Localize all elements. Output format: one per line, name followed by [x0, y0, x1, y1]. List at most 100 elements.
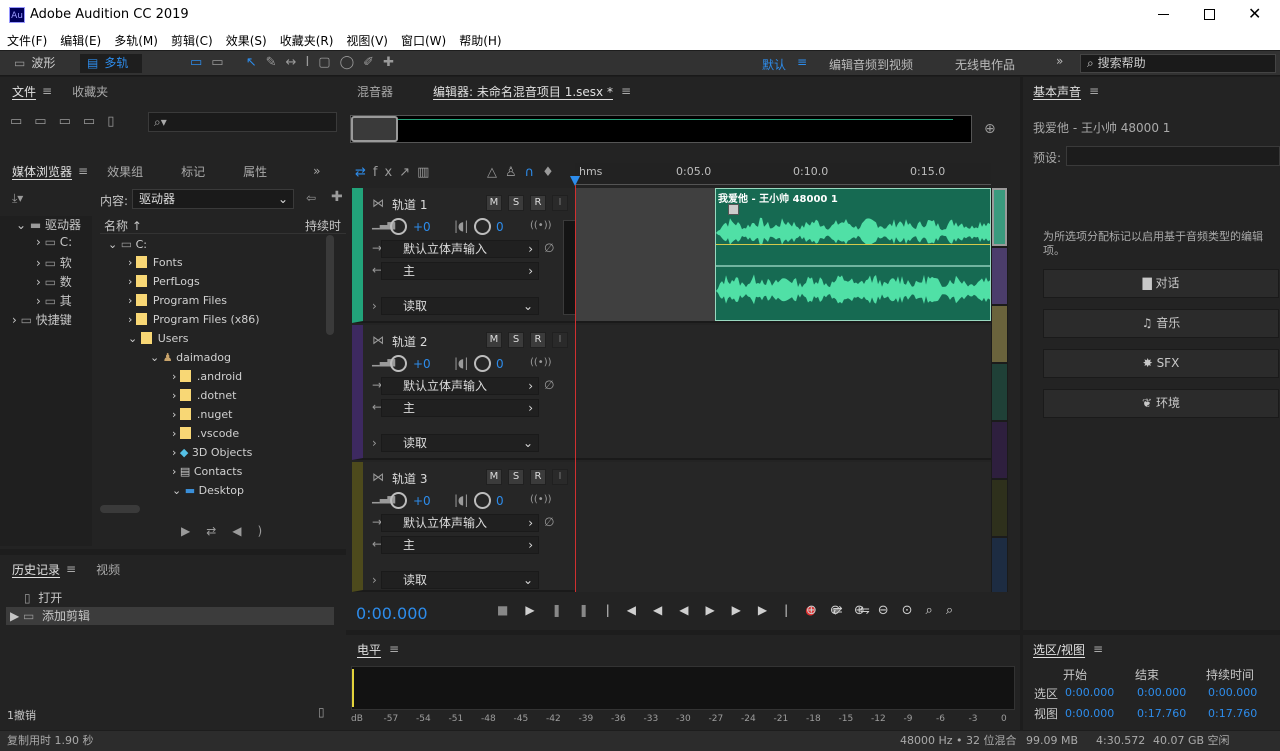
phase-icon[interactable]: ∅ — [544, 515, 554, 529]
waveform-toggle-icon[interactable]: ⋈ — [372, 196, 384, 210]
tab-favorites[interactable]: 收藏夹 — [72, 83, 108, 100]
panel-menu-icon[interactable]: ≡ — [389, 642, 399, 656]
pan-knob[interactable] — [474, 218, 491, 235]
open-folder-icon[interactable]: ▭ — [10, 114, 34, 129]
waveform-toggle-icon[interactable]: ⋈ — [372, 470, 384, 484]
list-item[interactable]: › Fonts — [128, 256, 183, 269]
tab-properties[interactable]: 属性 — [243, 163, 267, 180]
expand-icon[interactable]: › — [372, 573, 377, 587]
list-item[interactable]: › ▭ 数 — [36, 273, 72, 290]
tab-history[interactable]: 历史记录 — [12, 561, 60, 578]
ambience-button[interactable]: ❦ 环境 — [1043, 389, 1279, 418]
track-overview-scrollbar[interactable] — [991, 188, 1008, 592]
mono-stereo-icon[interactable]: ((•)) — [530, 494, 552, 505]
music-button[interactable]: ♫ 音乐 — [1043, 309, 1279, 338]
panel-menu-icon[interactable]: ≡ — [1089, 84, 1099, 98]
pan-knob[interactable] — [474, 492, 491, 509]
expand-icon[interactable]: › — [372, 436, 377, 450]
lane-2[interactable] — [575, 325, 991, 460]
track-name[interactable]: 轨道 3 — [392, 470, 427, 487]
overflow-icon[interactable]: » — [1056, 54, 1063, 68]
menu-effects[interactable]: 效果(S) — [226, 32, 267, 49]
play-icon[interactable]: ▶ — [525, 603, 551, 617]
selection-duration[interactable]: 0:00.000 — [1208, 686, 1257, 699]
automation-mode-select[interactable]: 读取 ⌄ — [381, 434, 539, 452]
insert-icon[interactable]: ▭ — [83, 114, 107, 129]
marquee-icon[interactable]: ▢ — [318, 55, 339, 70]
history-item-open[interactable]: ▯ 打开 — [24, 589, 334, 606]
zoom-selection-icon[interactable]: ⌕ — [926, 603, 946, 618]
input-monitor-button[interactable]: I — [552, 469, 568, 485]
list-item[interactable]: › Program Files (x86) — [128, 313, 260, 326]
volume-value[interactable]: +0 — [413, 220, 431, 234]
solo-button[interactable]: S — [508, 195, 524, 211]
zoom-reset-icon[interactable]: ⊕ — [984, 121, 996, 137]
expand-icon[interactable]: › — [372, 299, 377, 313]
loop-icon[interactable]: ⇄ — [206, 524, 232, 538]
zoom-out-amplitude-icon[interactable]: ⊖ — [830, 603, 854, 618]
volume-value[interactable]: +0 — [413, 494, 431, 508]
pause-icon[interactable]: ❚❚ — [552, 603, 606, 617]
list-item[interactable]: ⌄ Users — [128, 332, 189, 345]
view-start[interactable]: 0:00.000 — [1065, 707, 1114, 720]
time-ruler[interactable]: hms 0:05.0 0:10.0 0:15.0 — [575, 163, 991, 185]
zoom-controls[interactable]: ⊕⊖⊕⊖⊙⌕⌕ — [806, 603, 966, 618]
files-toolbar[interactable]: ▭▭▭▭▯ — [10, 114, 126, 129]
marker-icon[interactable]: ♦ — [542, 165, 562, 180]
dialogue-button[interactable]: ▇ 对话 — [1043, 269, 1279, 298]
spectral-icon[interactable]: ▭ — [190, 55, 211, 70]
waveform-button[interactable]: ▭ 波形 — [14, 54, 76, 73]
list-item[interactable]: › ▭ 快捷键 — [12, 311, 72, 328]
panel-menu-icon[interactable]: ≡ — [1093, 642, 1103, 656]
zoom-full-icon[interactable]: ⊙ — [902, 603, 926, 618]
input-select[interactable]: 默认立体声输入 › — [381, 240, 539, 258]
list-item[interactable]: › .dotnet — [172, 389, 236, 402]
input-select[interactable]: 默认立体声输入 › — [381, 377, 539, 395]
files-search-input[interactable]: ⌕▾ — [148, 112, 337, 132]
input-monitor-button[interactable]: I — [552, 195, 568, 211]
mute-button[interactable]: M — [486, 469, 502, 485]
record-arm-button[interactable]: R — [530, 469, 546, 485]
new-file-icon[interactable]: ▭ — [59, 114, 83, 129]
list-item[interactable]: ⌄ ▭ C: — [108, 237, 147, 251]
snap-toolbar[interactable]: △♙∩♦ — [487, 165, 562, 180]
fx-icon[interactable]: fx — [373, 165, 399, 180]
time-select-icon[interactable]: I — [305, 55, 318, 70]
content-select[interactable]: 驱动器 ⌄ — [132, 189, 294, 209]
menu-view[interactable]: 视图(V) — [346, 32, 388, 49]
eq-icon[interactable]: ▥ — [417, 165, 436, 180]
waveform-toggle-icon[interactable]: ⋈ — [372, 333, 384, 347]
autoplay-icon[interactable]: ◀) — [232, 524, 278, 538]
list-item[interactable]: ⌄ ♟ daimadog — [150, 351, 231, 364]
pan-knob[interactable] — [474, 355, 491, 372]
output-select[interactable]: 主 › — [381, 536, 539, 554]
pitch-icon[interactable]: ▭ — [211, 55, 232, 70]
preview-controls[interactable]: ▶⇄◀) — [181, 524, 278, 538]
mute-button[interactable]: M — [486, 332, 502, 348]
minimize-icon[interactable] — [1158, 14, 1169, 15]
import-icon[interactable]: ▭ — [34, 114, 58, 129]
lane-3[interactable] — [575, 462, 991, 592]
trash-icon[interactable]: ▯ — [318, 705, 325, 719]
rewind-icon[interactable]: ◀◀ — [653, 603, 705, 617]
tab-effects-rack[interactable]: 效果组 — [107, 163, 143, 180]
slip-tool-icon[interactable]: ↔ — [286, 55, 306, 70]
send-icon[interactable]: ↗ — [399, 165, 417, 180]
metronome-icon[interactable]: △ — [487, 165, 505, 180]
search-input[interactable]: 搜索帮助 — [1098, 56, 1146, 70]
lasso-icon[interactable]: ◯ — [340, 55, 364, 70]
list-item[interactable]: › ▤ Contacts — [172, 465, 242, 478]
scrollbar[interactable] — [326, 235, 334, 335]
loop-icon[interactable]: ⇄ — [355, 165, 373, 180]
list-item[interactable]: ⌄ ▬ 驱动器 — [16, 216, 81, 233]
automation-mode-select[interactable]: 读取 ⌄ — [381, 571, 539, 589]
list-item[interactable]: ⌄ ▬ Desktop — [172, 484, 244, 497]
razor-tool-icon[interactable]: ✎ — [266, 55, 286, 70]
track-toolbar[interactable]: ⇄fx↗▥ — [355, 165, 436, 180]
add-shortcut-icon[interactable]: ✚ — [331, 189, 343, 205]
menu-edit[interactable]: 编辑(E) — [60, 32, 101, 49]
automation-mode-select[interactable]: 读取 ⌄ — [381, 297, 539, 315]
track-name[interactable]: 轨道 1 — [392, 196, 427, 213]
input-select[interactable]: 默认立体声输入 › — [381, 514, 539, 532]
view-duration[interactable]: 0:17.760 — [1208, 707, 1257, 720]
